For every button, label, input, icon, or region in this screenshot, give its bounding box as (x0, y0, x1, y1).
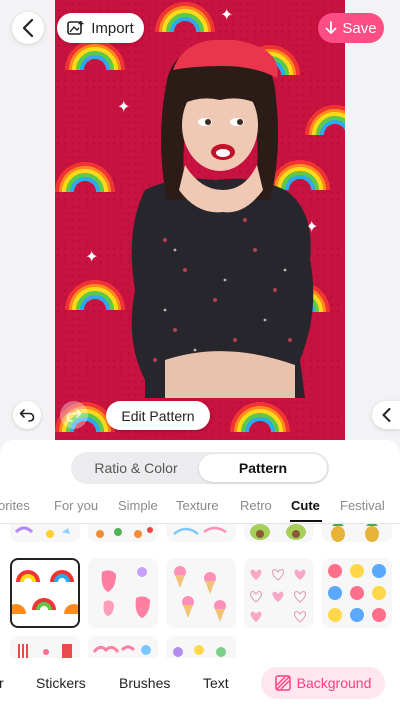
pattern-tile[interactable] (10, 524, 80, 542)
category-for-you[interactable]: For you (54, 498, 98, 513)
pattern-tile-smileys[interactable] (322, 558, 392, 628)
undo-icon (19, 409, 35, 422)
back-button[interactable] (12, 12, 44, 44)
pattern-tile-strawberry[interactable] (88, 558, 158, 628)
pattern-tile[interactable] (166, 524, 236, 542)
pattern-sheet: Ratio & Color Pattern orites For you Sim… (0, 440, 400, 711)
category-festival[interactable]: Festival (340, 498, 385, 513)
edit-pattern-button[interactable]: Edit Pattern (106, 401, 210, 430)
category-favorites[interactable]: orites (0, 498, 30, 513)
category-retro[interactable]: Retro (240, 498, 272, 513)
background-tab-label: Background (296, 675, 372, 691)
redo-icon (66, 409, 82, 422)
screen: ✦ ✦ ✦ ✦ Import Save Edit Pattern Ratio &… (0, 0, 400, 711)
tool-tab-cut-off[interactable]: r (0, 675, 4, 691)
side-panel-toggle[interactable] (372, 401, 400, 429)
pattern-grid (0, 524, 400, 658)
tool-tab-background[interactable]: Background (261, 667, 385, 699)
pattern-tile-rainbow-selected[interactable] (10, 558, 80, 628)
chevron-left-icon (382, 408, 390, 422)
category-tabs: orites For you Simple Texture Retro Cute… (0, 496, 400, 522)
rainbow-motif (155, 0, 215, 32)
category-underline (290, 520, 322, 522)
tab-ratio-color[interactable]: Ratio & Color (73, 454, 199, 482)
redo-button[interactable] (60, 401, 88, 429)
pattern-tile[interactable] (244, 524, 314, 542)
tool-tab-stickers[interactable]: Stickers (36, 675, 86, 691)
pattern-tile[interactable] (88, 524, 158, 542)
background-hatch-icon (274, 675, 291, 691)
tab-pattern[interactable]: Pattern (199, 454, 327, 482)
chevron-left-icon (22, 19, 34, 37)
download-arrow-icon (325, 21, 337, 34)
import-button[interactable]: Import (57, 13, 144, 43)
pattern-tile-flowers[interactable] (166, 636, 236, 658)
pattern-tile-popcorn[interactable] (10, 636, 80, 658)
pattern-tile-lettering[interactable] (88, 636, 158, 658)
rainbow-motif (230, 400, 290, 432)
sparkle-icon: ✦ (85, 249, 99, 266)
pattern-tile-hearts[interactable] (244, 558, 314, 628)
tool-tab-text[interactable]: Text (203, 675, 229, 691)
undo-button[interactable] (13, 401, 41, 429)
image-add-icon (67, 21, 84, 35)
pattern-tile[interactable] (322, 524, 392, 542)
tool-tab-brushes[interactable]: Brushes (119, 675, 170, 691)
pattern-tile-icecream[interactable] (166, 558, 236, 628)
portrait-photo[interactable] (105, 40, 320, 398)
segmented-control: Ratio & Color Pattern (71, 452, 329, 484)
category-simple[interactable]: Simple (118, 498, 158, 513)
background-canvas: ✦ ✦ ✦ ✦ (55, 0, 345, 442)
save-button[interactable]: Save (318, 13, 384, 43)
bottom-toolbar: r Stickers Brushes Text Background (0, 658, 400, 711)
category-texture[interactable]: Texture (176, 498, 219, 513)
sparkle-icon: ✦ (220, 7, 234, 24)
import-label: Import (91, 19, 134, 37)
save-label: Save (342, 19, 377, 37)
category-cute[interactable]: Cute (291, 498, 320, 513)
